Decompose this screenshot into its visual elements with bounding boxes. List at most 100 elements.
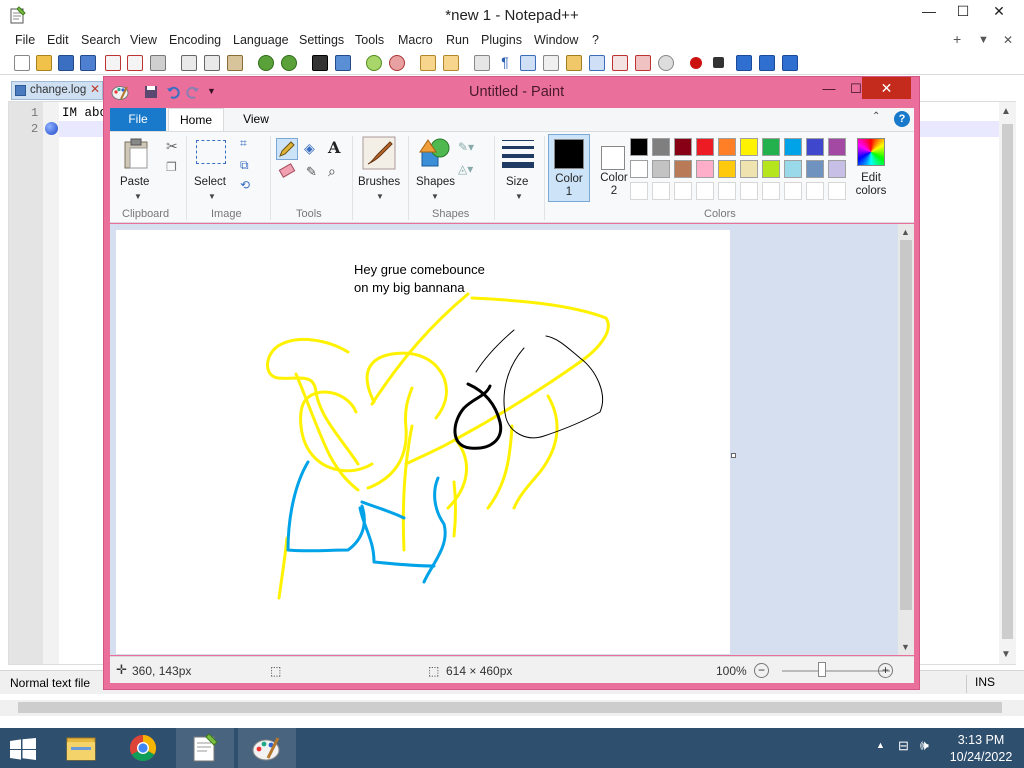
undo-icon[interactable] <box>258 55 274 71</box>
menu-run[interactable]: Run <box>446 33 469 47</box>
windows-start-icon[interactable] <box>10 738 36 760</box>
brushes-icon[interactable] <box>362 136 396 170</box>
close-file-icon[interactable] <box>105 55 121 71</box>
paint-minimize-button[interactable]: — <box>814 79 844 99</box>
scroll-thumb[interactable] <box>1002 124 1013 639</box>
color1-button[interactable]: Color 1 <box>548 134 590 202</box>
palette-swatch[interactable] <box>630 138 648 156</box>
palette-swatch-empty[interactable] <box>740 182 758 200</box>
paste-button[interactable]: Paste <box>120 176 149 188</box>
paint-close-button[interactable]: ✕ <box>862 77 911 99</box>
palette-swatch[interactable] <box>784 138 802 156</box>
select-dropdown-icon[interactable]: ▼ <box>208 192 216 201</box>
zoom-in-button[interactable]: + <box>878 663 893 678</box>
palette-swatch-empty[interactable] <box>630 182 648 200</box>
macro-save-icon[interactable] <box>782 55 798 71</box>
macro-record-icon[interactable] <box>690 57 702 69</box>
text-tool-icon[interactable]: A <box>328 138 340 157</box>
sync-v-icon[interactable] <box>420 55 436 71</box>
ribbon-collapse-icon[interactable]: ⌃ <box>872 111 880 122</box>
function-list-icon[interactable] <box>589 55 605 71</box>
menu-help[interactable]: ? <box>592 33 599 47</box>
palette-swatch[interactable] <box>674 160 692 178</box>
palette-swatch[interactable] <box>806 138 824 156</box>
indent-guide-icon[interactable] <box>520 55 536 71</box>
outline-icon[interactable]: ✎▾ <box>458 140 474 154</box>
scroll-down-arrow-icon[interactable]: ▼ <box>901 642 910 652</box>
macro-stop-icon[interactable] <box>713 57 724 68</box>
paste-dropdown-icon[interactable]: ▼ <box>134 192 142 201</box>
palette-swatch[interactable] <box>806 160 824 178</box>
pencil-icon[interactable] <box>276 138 298 160</box>
record-icon-bg[interactable] <box>658 55 674 71</box>
tab-list-button[interactable]: ▼ <box>978 34 989 46</box>
palette-swatch-empty[interactable] <box>674 182 692 200</box>
palette-swatch-empty[interactable] <box>762 182 780 200</box>
maximize-button[interactable]: ☐ <box>946 0 980 24</box>
tab-close-icon[interactable]: ✕ <box>90 82 100 96</box>
palette-swatch[interactable] <box>740 160 758 178</box>
bookmark-margin[interactable] <box>43 102 59 664</box>
scroll-thumb[interactable] <box>18 702 1002 713</box>
menu-edit[interactable]: Edit <box>47 33 69 47</box>
copy-icon[interactable] <box>204 55 220 71</box>
palette-swatch[interactable] <box>630 160 648 178</box>
palette-swatch[interactable] <box>652 138 670 156</box>
editor-vertical-scrollbar[interactable]: ▲ ▼ <box>999 102 1016 664</box>
rotate-icon[interactable]: ⟲ <box>240 178 250 192</box>
show-hidden-icons-icon[interactable]: ▲ <box>876 740 885 750</box>
scroll-up-arrow-icon[interactable]: ▲ <box>1001 106 1011 117</box>
horizontal-scrollbar[interactable] <box>0 700 1024 716</box>
palette-swatch[interactable] <box>828 160 846 178</box>
udl-icon[interactable] <box>543 55 559 71</box>
menu-encoding[interactable]: Encoding <box>169 33 221 47</box>
shapes-button[interactable]: Shapes <box>416 176 455 188</box>
palette-swatch[interactable] <box>762 160 780 178</box>
palette-swatch-empty[interactable] <box>784 182 802 200</box>
size-icon[interactable] <box>502 140 534 168</box>
menu-settings[interactable]: Settings <box>299 33 344 47</box>
color2-button[interactable]: Color 2 <box>594 134 634 202</box>
paste-icon[interactable] <box>122 138 152 170</box>
menu-language[interactable]: Language <box>233 33 289 47</box>
shapes-dropdown-icon[interactable]: ▼ <box>431 192 439 201</box>
cut-icon[interactable] <box>181 55 197 71</box>
palette-swatch-empty[interactable] <box>828 182 846 200</box>
palette-swatch[interactable] <box>784 160 802 178</box>
taskbar-notepad-plus-plus[interactable] <box>176 728 234 768</box>
tab-change-log[interactable]: change.log ✕ <box>11 81 103 100</box>
palette-swatch[interactable] <box>718 160 736 178</box>
resize-icon[interactable]: ⧉ <box>240 158 249 173</box>
quick-access-dropdown-icon[interactable]: ▼ <box>207 86 221 100</box>
menu-plugins[interactable]: Plugins <box>481 33 522 47</box>
shapes-icon[interactable] <box>418 136 452 170</box>
open-file-icon[interactable] <box>36 55 52 71</box>
copy-icon[interactable]: ❐ <box>166 160 177 174</box>
magnifier-icon[interactable]: ⌕ <box>328 163 336 180</box>
save-icon[interactable] <box>58 55 74 71</box>
select-icon[interactable] <box>196 140 226 164</box>
edit-colors-button[interactable]: Edit colors <box>852 134 890 202</box>
undo-icon[interactable] <box>166 85 180 99</box>
fill-style-icon[interactable]: ◬▾ <box>458 162 473 176</box>
zoom-slider-thumb[interactable] <box>818 662 826 677</box>
eraser-icon[interactable] <box>278 163 296 178</box>
tab-view[interactable]: View <box>228 108 284 131</box>
menu-file[interactable]: File <box>15 33 35 47</box>
paste-icon[interactable] <box>227 55 243 71</box>
palette-swatch-empty[interactable] <box>718 182 736 200</box>
size-button[interactable]: Size <box>506 176 528 188</box>
replace-icon[interactable] <box>335 55 351 71</box>
scroll-thumb[interactable] <box>900 240 912 610</box>
zoom-slider-track[interactable] <box>782 670 890 672</box>
folder-as-ws-icon[interactable] <box>612 55 628 71</box>
tab-home[interactable]: Home <box>168 108 224 131</box>
print-icon[interactable] <box>150 55 166 71</box>
new-file-icon[interactable] <box>14 55 30 71</box>
scroll-down-arrow-icon[interactable]: ▼ <box>1001 649 1011 660</box>
color-picker-icon[interactable]: ✎ <box>306 164 317 180</box>
menu-view[interactable]: View <box>130 33 157 47</box>
canvas-vertical-scrollbar[interactable]: ▲ ▼ <box>898 224 914 655</box>
save-icon[interactable] <box>144 85 158 99</box>
show-all-chars-icon[interactable]: ¶ <box>497 55 513 71</box>
